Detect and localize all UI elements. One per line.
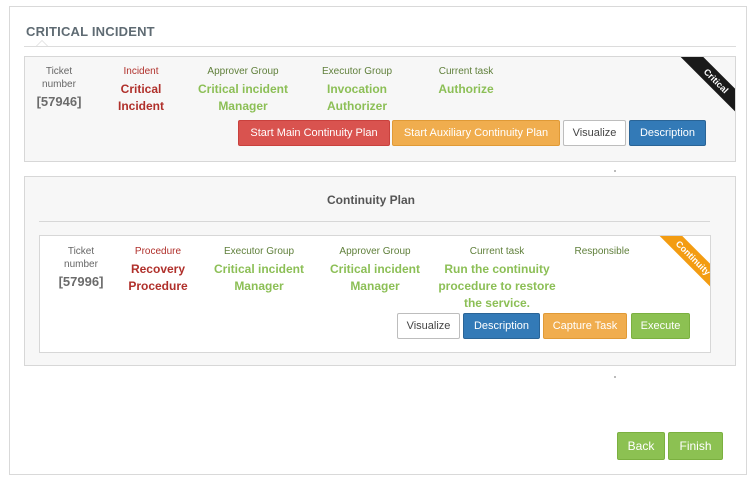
- plan-procedure-value: Recovery Procedure: [128, 261, 188, 293]
- incident-type-label: Incident: [123, 66, 159, 77]
- plan-executor: Executor Group Critical incident Manager: [204, 246, 314, 295]
- continuity-ribbon: Continuity: [652, 236, 710, 294]
- incident-card: Ticket number [57946] Incident Critical …: [24, 56, 736, 162]
- plan-description-button[interactable]: Description: [463, 313, 540, 339]
- critical-ribbon: Critical: [673, 57, 735, 119]
- incident-executor-label: Executor Group: [321, 66, 393, 77]
- incident-visualize-button[interactable]: Visualize: [563, 120, 626, 146]
- incident-ticket-number: [57946]: [36, 94, 82, 109]
- continuity-plan-panel: Continuity Plan Ticket number [57996] Pr…: [24, 176, 736, 366]
- incident-description-button[interactable]: Description: [629, 120, 706, 146]
- incident-approver: Approver Group Critical incident Manager: [185, 66, 301, 115]
- section-title: CRITICAL INCIDENT: [26, 24, 155, 39]
- incident-executor-value: Invocation Authorizer: [326, 81, 387, 113]
- plan-executor-label: Executor Group: [223, 246, 295, 257]
- plan-ticket: Ticket number [57996]: [52, 246, 110, 292]
- plan-approver: Approver Group Critical incident Manager: [320, 246, 430, 295]
- start-main-continuity-plan-button[interactable]: Start Main Continuity Plan: [238, 120, 390, 146]
- plan-approver-value: Critical incident Manager: [329, 261, 421, 293]
- incident-approver-value: Critical incident Manager: [197, 81, 289, 113]
- title-caret: [36, 40, 48, 46]
- incident-approver-label: Approver Group: [207, 66, 279, 77]
- plan-ticket-number: [57996]: [58, 274, 104, 289]
- title-divider: [24, 46, 736, 47]
- plan-task: Current task Run the continuity procedur…: [434, 246, 560, 313]
- incident-ticket: Ticket number [57946]: [33, 66, 85, 112]
- execute-button[interactable]: Execute: [631, 313, 690, 339]
- incident-executor: Executor Group Invocation Authorizer: [305, 66, 409, 115]
- plan-procedure: Procedure Recovery Procedure: [122, 246, 194, 295]
- incident-task-value: Authorize: [438, 81, 494, 96]
- plan-procedure-label: Procedure: [134, 246, 182, 257]
- plan-task-value: Run the continuity procedure to restore …: [438, 261, 556, 311]
- incident-ticket-label: Ticket number: [42, 66, 76, 90]
- finish-button[interactable]: Finish: [668, 432, 723, 460]
- plan-approver-label: Approver Group: [339, 246, 411, 257]
- scroll-dot: [614, 170, 616, 172]
- plan-responsible-label: Responsible: [574, 246, 630, 257]
- incident-type-value: Critical Incident: [117, 81, 164, 113]
- start-auxiliary-continuity-plan-button[interactable]: Start Auxiliary Continuity Plan: [392, 120, 560, 146]
- plan-responsible: Responsible: [566, 246, 638, 261]
- continuity-ribbon-label: Continuity: [655, 236, 710, 294]
- plan-ticket-label: Ticket number: [64, 246, 98, 270]
- continuity-plan-title: Continuity Plan: [327, 193, 415, 207]
- continuity-plan-divider: [39, 221, 710, 222]
- plan-task-label: Current task: [469, 246, 525, 257]
- critical-ribbon-label: Critical: [678, 57, 735, 119]
- incident-task-label: Current task: [438, 66, 494, 77]
- back-button[interactable]: Back: [617, 432, 665, 460]
- scroll-dot: [614, 376, 616, 378]
- plan-visualize-button[interactable]: Visualize: [397, 313, 460, 339]
- capture-task-button[interactable]: Capture Task: [543, 313, 627, 339]
- continuity-plan-card: Ticket number [57996] Procedure Recovery…: [39, 235, 711, 353]
- incident-type: Incident Critical Incident: [103, 66, 179, 115]
- plan-executor-value: Critical incident Manager: [213, 261, 305, 293]
- incident-task: Current task Authorize: [421, 66, 511, 98]
